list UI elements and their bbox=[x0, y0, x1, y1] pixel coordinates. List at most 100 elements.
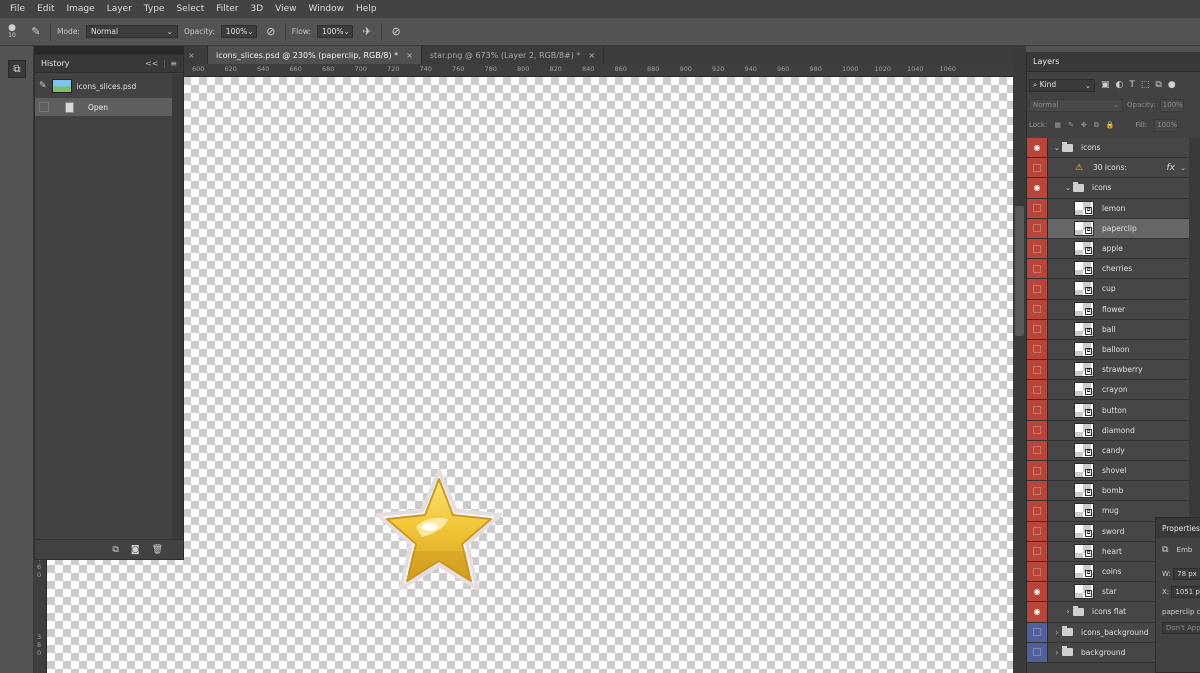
menu-item-type[interactable]: Type bbox=[138, 0, 171, 18]
eye-icon[interactable]: ◉ bbox=[1027, 602, 1047, 622]
airbrush-icon[interactable]: ✈ bbox=[359, 24, 375, 40]
history-scrollbar[interactable] bbox=[172, 74, 183, 539]
flow-input[interactable]: 100% ⌄ bbox=[317, 25, 354, 38]
visibility-toggle[interactable] bbox=[1027, 158, 1047, 178]
eye-icon[interactable]: ◉ bbox=[1027, 582, 1047, 602]
smart-object-filter-icon[interactable]: ⧉ bbox=[1155, 80, 1161, 90]
layer-row-cup[interactable]: ⧉ cup bbox=[1027, 279, 1189, 300]
mode-select[interactable]: Normal ⌄ bbox=[85, 25, 178, 38]
adjustment-filter-icon[interactable]: ◐ bbox=[1116, 80, 1124, 90]
brush-preset-icon[interactable]: ● 10 bbox=[2, 23, 22, 40]
menu-item-3d[interactable]: 3D bbox=[245, 0, 270, 18]
layer-row-icons[interactable]: ◉ ⌄ icons bbox=[1027, 138, 1189, 159]
layer-row-30-icons[interactable]: ⚠ 30 icons: fx ⌄ bbox=[1027, 158, 1189, 179]
chevron-right-icon[interactable]: › bbox=[1052, 648, 1062, 657]
tab-close-icon[interactable]: × bbox=[188, 51, 195, 60]
fill-input[interactable]: 100% bbox=[1154, 118, 1179, 132]
ruler-horizontal[interactable]: 600 620 640 660 680 700 720 740 760 780 800 820 840 8… bbox=[184, 64, 1026, 77]
layer-row-strawberry[interactable]: ⧉ strawberry bbox=[1027, 360, 1189, 381]
layer-row-flower[interactable]: ⧉ flower bbox=[1027, 299, 1189, 320]
type-filter-icon[interactable]: T bbox=[1129, 80, 1135, 90]
lock-position-icon[interactable]: ✥ bbox=[1081, 121, 1087, 129]
layer-row-icons[interactable]: ◉ ⌄ icons bbox=[1027, 178, 1189, 199]
eye-icon[interactable]: ◉ bbox=[1027, 138, 1047, 158]
menu-item-edit[interactable]: Edit bbox=[31, 0, 60, 18]
layer-row-lemon[interactable]: ⧉ lemon bbox=[1027, 198, 1189, 219]
tab-star[interactable]: star.png @ 673% (Layer 2, RGB/8#) * × bbox=[421, 46, 605, 64]
opacity-input[interactable]: 100% ⌄ bbox=[220, 25, 257, 38]
chevron-down-icon[interactable]: ⌄ bbox=[1063, 183, 1073, 192]
visibility-toggle[interactable] bbox=[1027, 238, 1047, 259]
chevron-down-icon[interactable]: ⌄ bbox=[1052, 143, 1062, 152]
history-panel-icon[interactable]: ⧉ bbox=[8, 60, 26, 78]
menu-item-window[interactable]: Window bbox=[303, 0, 351, 18]
history-step-open[interactable]: Open bbox=[35, 98, 173, 116]
layer-row-diamond[interactable]: ⧉ diamond bbox=[1027, 420, 1189, 441]
visibility-toggle[interactable] bbox=[1027, 541, 1047, 561]
layer-row-bomb[interactable]: ⧉ bomb bbox=[1027, 481, 1189, 502]
menu-item-filter[interactable]: Filter bbox=[210, 0, 244, 18]
visibility-toggle[interactable] bbox=[1027, 339, 1047, 360]
visibility-toggle[interactable] bbox=[1027, 561, 1047, 582]
history-brush-source-box[interactable] bbox=[39, 102, 49, 112]
width-input[interactable]: 78 px bbox=[1173, 568, 1200, 580]
layer-opacity-input[interactable]: 100% bbox=[1159, 98, 1184, 112]
brush-panel-toggle-icon[interactable]: ✎ bbox=[28, 24, 44, 40]
visibility-toggle[interactable] bbox=[1027, 400, 1047, 420]
layer-row-crayon[interactable]: ⧉ crayon bbox=[1027, 380, 1189, 401]
history-snapshot[interactable]: ✎ icons_slices.psd bbox=[35, 76, 173, 96]
tab-collapse[interactable]: × bbox=[184, 46, 208, 64]
layer-row-shovel[interactable]: ⧉ shovel bbox=[1027, 461, 1189, 482]
menu-item-select[interactable]: Select bbox=[170, 0, 210, 18]
layer-filter-kind-select[interactable]: ⌕ Kind ⌄ bbox=[1029, 78, 1095, 92]
visibility-toggle[interactable] bbox=[1027, 360, 1047, 380]
close-icon[interactable]: × bbox=[406, 51, 413, 60]
visibility-toggle[interactable] bbox=[1027, 218, 1047, 238]
layer-row-cherries[interactable]: ⧉ cherries bbox=[1027, 259, 1189, 280]
visibility-toggle[interactable] bbox=[1027, 198, 1047, 218]
pixel-filter-icon[interactable]: ▣ bbox=[1101, 80, 1110, 90]
layer-row-paperclip[interactable]: ⧉ paperclip bbox=[1027, 218, 1189, 239]
camera-icon[interactable]: ◙ bbox=[131, 545, 140, 555]
visibility-toggle[interactable] bbox=[1027, 279, 1047, 299]
blend-mode-select[interactable]: Normal ⌄ bbox=[1029, 98, 1123, 112]
visibility-toggle[interactable] bbox=[1027, 440, 1047, 460]
visibility-toggle[interactable] bbox=[1027, 521, 1047, 541]
x-input[interactable]: 1051 p bbox=[1171, 586, 1200, 598]
canvas[interactable] bbox=[47, 77, 1026, 673]
dont-apply-button[interactable]: Don't App bbox=[1162, 622, 1200, 634]
chevron-down-icon[interactable]: ⌄ bbox=[1180, 164, 1186, 172]
trash-icon[interactable]: 🗑 bbox=[152, 545, 163, 555]
panel-menu-icon[interactable]: ≡ bbox=[170, 59, 177, 68]
filter-toggle-icon[interactable]: ● bbox=[1168, 80, 1176, 90]
visibility-toggle[interactable] bbox=[1027, 622, 1047, 642]
scrollbar-thumb[interactable] bbox=[1015, 206, 1024, 336]
menu-item-file[interactable]: File bbox=[4, 0, 31, 18]
new-document-from-state-icon[interactable]: ⧉ bbox=[112, 545, 118, 555]
visibility-toggle[interactable] bbox=[1027, 420, 1047, 440]
lock-transparent-icon[interactable]: ▦ bbox=[1054, 121, 1061, 129]
visibility-toggle[interactable] bbox=[1027, 642, 1047, 662]
pressure-opacity-icon[interactable]: ⊘ bbox=[263, 24, 279, 40]
close-icon[interactable]: × bbox=[588, 51, 595, 60]
visibility-toggle[interactable] bbox=[1027, 481, 1047, 501]
layer-row-apple[interactable]: ⧉ apple bbox=[1027, 238, 1189, 260]
visibility-toggle[interactable] bbox=[1027, 461, 1047, 481]
visibility-toggle[interactable] bbox=[1027, 501, 1047, 521]
visibility-toggle[interactable] bbox=[1027, 380, 1047, 400]
layer-effects-icon[interactable]: fx bbox=[1167, 163, 1176, 173]
shape-filter-icon[interactable]: ⬚ bbox=[1141, 80, 1150, 90]
menu-item-view[interactable]: View bbox=[269, 0, 302, 18]
collapse-icon[interactable]: << bbox=[145, 59, 158, 68]
visibility-toggle[interactable] bbox=[1027, 319, 1047, 339]
pressure-size-icon[interactable]: ⊘ bbox=[388, 24, 404, 40]
layer-row-button[interactable]: ⧉ button bbox=[1027, 400, 1189, 421]
chevron-right-icon[interactable]: › bbox=[1063, 607, 1073, 616]
lock-artboard-icon[interactable]: ⧉ bbox=[1094, 121, 1099, 130]
canvas-vertical-scrollbar[interactable] bbox=[1013, 46, 1026, 673]
menu-item-image[interactable]: Image bbox=[61, 0, 101, 18]
menu-item-help[interactable]: Help bbox=[350, 0, 383, 18]
history-brush-source-icon[interactable]: ✎ bbox=[39, 81, 47, 91]
lock-image-icon[interactable]: ✎ bbox=[1068, 121, 1074, 129]
chevron-right-icon[interactable]: › bbox=[1052, 628, 1062, 637]
